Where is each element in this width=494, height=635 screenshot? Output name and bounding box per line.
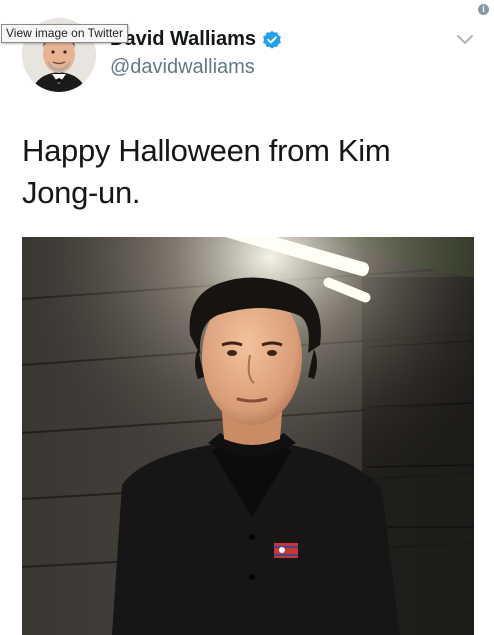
tweet-photo[interactable]: [22, 237, 474, 635]
tweet-photo-image: [22, 237, 474, 635]
display-name-text[interactable]: David Walliams: [110, 28, 256, 51]
user-handle[interactable]: @davidwalliams: [110, 56, 255, 79]
display-name[interactable]: David Walliams: [110, 28, 282, 51]
info-icon[interactable]: i: [478, 4, 489, 15]
tweet-text: Happy Halloween from Kim Jong-un.: [22, 133, 391, 210]
view-image-tooltip: View image on Twitter: [1, 24, 128, 43]
chevron-down-icon[interactable]: [455, 32, 475, 48]
verified-badge-icon: [263, 30, 281, 49]
